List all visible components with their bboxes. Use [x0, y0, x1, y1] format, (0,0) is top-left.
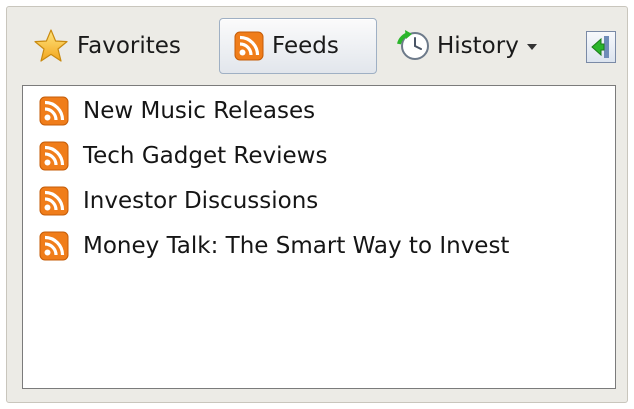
favorites-center-pane: Favorites Feeds History New Music Releas… [6, 6, 628, 403]
rss-icon [39, 96, 69, 126]
rss-icon [39, 231, 69, 261]
feed-item[interactable]: Money Talk: The Smart Way to Invest [39, 230, 509, 262]
favorites-tab[interactable]: Favorites [27, 18, 203, 74]
feed-title: New Music Releases [83, 98, 316, 124]
feed-title: Tech Gadget Reviews [83, 143, 328, 169]
feeds-list: New Music Releases Tech Gadget Reviews I… [22, 85, 616, 389]
star-icon [33, 28, 69, 64]
feed-item[interactable]: New Music Releases [39, 95, 315, 127]
chevron-down-icon[interactable] [526, 44, 537, 50]
rss-icon [39, 141, 69, 171]
feeds-label: Feeds [272, 33, 339, 59]
sync-to-tab-button[interactable] [586, 31, 616, 63]
pane-toolbar: Favorites Feeds History [7, 7, 627, 79]
feeds-tab[interactable]: Feeds [219, 18, 377, 74]
history-label: History [437, 33, 519, 59]
rss-icon [234, 31, 264, 61]
rss-icon [39, 186, 69, 216]
clock-history-icon [395, 28, 431, 64]
history-tab[interactable]: History [391, 18, 559, 74]
feed-item[interactable]: Investor Discussions [39, 185, 318, 217]
feed-item[interactable]: Tech Gadget Reviews [39, 140, 327, 172]
sync-to-tab-icon [590, 35, 612, 59]
feed-title: Investor Discussions [83, 188, 319, 214]
feed-title: Money Talk: The Smart Way to Invest [83, 233, 510, 259]
favorites-label: Favorites [77, 33, 181, 59]
